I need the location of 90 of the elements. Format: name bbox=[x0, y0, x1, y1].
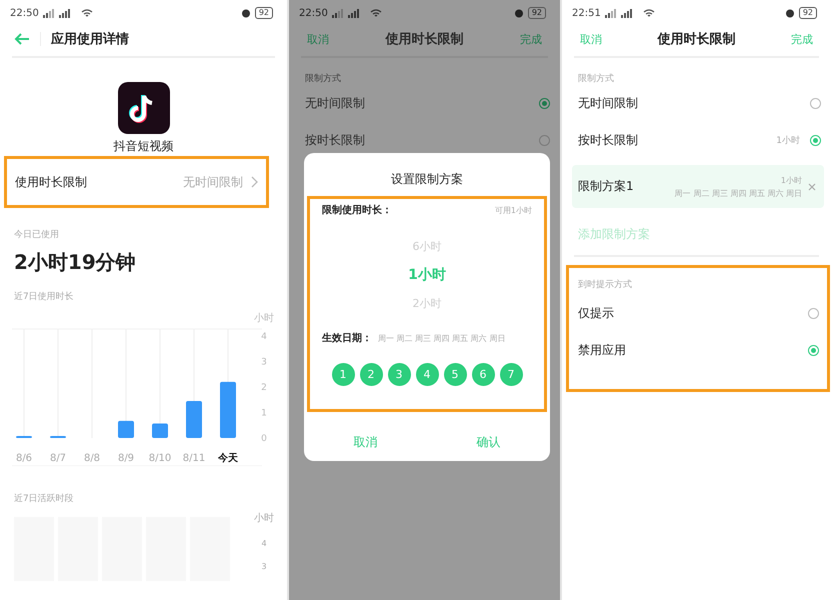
chevron-icon bbox=[251, 176, 258, 188]
limit-label: 使用时长限制 bbox=[15, 174, 87, 190]
axis-label: 今天 bbox=[218, 453, 238, 464]
day-toggle[interactable]: 3 bbox=[388, 363, 410, 386]
battery-level: 92 bbox=[528, 7, 546, 19]
status-time: 22:50 bbox=[10, 8, 39, 18]
status-time: 22:51 bbox=[572, 8, 601, 18]
axis-label: 8/6 bbox=[16, 453, 32, 464]
section-label: 今日已使用 bbox=[14, 228, 60, 241]
battery-level: 92 bbox=[254, 7, 273, 19]
wifi-icon bbox=[370, 8, 382, 18]
usage-total: 2小时19分钟 bbox=[14, 249, 137, 276]
weekday-list: 周一 周二 周三 周四 周五 周六 周日 bbox=[378, 332, 506, 344]
done-button[interactable]: 完成 bbox=[791, 32, 813, 46]
axis-label: 3 bbox=[261, 562, 267, 571]
bar bbox=[220, 382, 236, 438]
close-icon[interactable] bbox=[808, 182, 816, 190]
add-plan-link[interactable]: 添加限制方案 bbox=[578, 226, 831, 243]
date-label: 生效日期： bbox=[322, 332, 372, 345]
cancel-button[interactable]: 取消 bbox=[307, 32, 329, 46]
axis-label: 3 bbox=[261, 358, 267, 368]
day-toggle[interactable]: 2 bbox=[360, 363, 382, 386]
option-row[interactable]: 按时长限制 1小时 bbox=[562, 122, 831, 159]
option-label: 禁用应用 bbox=[578, 342, 626, 359]
option-label: 仅提示 bbox=[578, 305, 614, 322]
day-toggle[interactable]: 4 bbox=[416, 363, 438, 386]
axis-label: 4 bbox=[261, 539, 267, 548]
bar bbox=[118, 420, 134, 438]
option-label: 无时间限制 bbox=[578, 95, 638, 112]
radio-button[interactable] bbox=[808, 308, 819, 319]
cancel-button[interactable]: 取消 bbox=[580, 32, 602, 46]
limit-value: 无时间限制 bbox=[183, 174, 243, 190]
limit-row[interactable]: 使用时长限制 无时间限制 bbox=[4, 156, 269, 208]
app-icon bbox=[118, 82, 170, 134]
dialog-title: 设置限制方案 bbox=[390, 171, 464, 188]
battery-level: 92 bbox=[798, 7, 817, 19]
radio-button[interactable] bbox=[539, 98, 550, 109]
option-row[interactable]: 禁用应用 bbox=[569, 332, 827, 369]
day-toggle[interactable]: 1 bbox=[332, 363, 354, 386]
axis-label: 4 bbox=[261, 332, 267, 342]
plan-duration: 1小时 bbox=[780, 174, 802, 186]
axis-label: 8/9 bbox=[118, 453, 134, 464]
section-label: 限制方式 bbox=[578, 72, 615, 85]
bar bbox=[152, 423, 168, 438]
duration-label: 限制使用时长： bbox=[322, 204, 392, 217]
wifi-icon bbox=[80, 8, 93, 18]
option-label: 无时间限制 bbox=[305, 95, 365, 112]
axis-unit: 小时 bbox=[254, 313, 274, 324]
axis-unit: 小时 bbox=[254, 512, 274, 525]
app-name: 抖音短视频 bbox=[112, 138, 174, 155]
axis-label: 8/7 bbox=[50, 453, 66, 464]
done-button[interactable]: 完成 bbox=[520, 32, 542, 46]
radio-button[interactable] bbox=[810, 135, 821, 146]
axis-label: 8/8 bbox=[84, 453, 100, 464]
day-toggle[interactable]: 6 bbox=[472, 363, 494, 386]
chart-title: 近7日使用时长 bbox=[14, 290, 75, 303]
chart-title: 近7日活跃时段 bbox=[14, 492, 75, 505]
wifi-icon bbox=[642, 8, 655, 18]
bar bbox=[186, 401, 202, 438]
available-time: 可用1小时 bbox=[494, 204, 532, 216]
axis-label: 0 bbox=[261, 434, 267, 444]
option-value: 1小时 bbox=[776, 134, 800, 147]
axis-label: 8/11 bbox=[182, 453, 206, 464]
dialog-button[interactable]: 取消 bbox=[304, 428, 427, 457]
day-toggle[interactable]: 5 bbox=[444, 363, 466, 386]
dialog-button[interactable]: 确认 bbox=[427, 428, 550, 457]
radio-button[interactable] bbox=[539, 135, 550, 146]
option-label: 按时长限制 bbox=[305, 132, 365, 149]
picker-item[interactable]: 1小时 bbox=[408, 266, 446, 284]
page-title: 使用时长限制 bbox=[386, 31, 464, 48]
axis-label: 2 bbox=[261, 383, 267, 393]
section-label: 限制方式 bbox=[305, 72, 342, 85]
back-icon[interactable] bbox=[14, 33, 30, 45]
option-label: 按时长限制 bbox=[578, 132, 638, 149]
option-row[interactable]: 仅提示 bbox=[569, 295, 827, 332]
page-title: 使用时长限制 bbox=[658, 31, 736, 48]
day-toggle[interactable]: 7 bbox=[500, 363, 522, 386]
option-row[interactable]: 无时间限制 bbox=[289, 85, 560, 122]
plan-name: 限制方案1 bbox=[578, 178, 634, 195]
radio-button[interactable] bbox=[810, 98, 821, 109]
plan-card[interactable]: 限制方案1 1小时 周一 周二 周三 周四 周五 周六 周日 bbox=[572, 165, 824, 208]
page-title: 应用使用详情 bbox=[51, 30, 129, 48]
axis-label: 1 bbox=[261, 408, 267, 418]
plan-days: 周一 周二 周三 周四 周五 周六 周日 bbox=[674, 188, 802, 198]
radio-button[interactable] bbox=[808, 345, 819, 356]
section-label: 到时提示方式 bbox=[578, 278, 633, 291]
status-time: 22:50 bbox=[299, 8, 328, 18]
axis-label: 8/10 bbox=[148, 453, 172, 464]
option-row[interactable]: 无时间限制 bbox=[562, 85, 831, 122]
option-row[interactable]: 按时长限制 bbox=[289, 122, 560, 159]
